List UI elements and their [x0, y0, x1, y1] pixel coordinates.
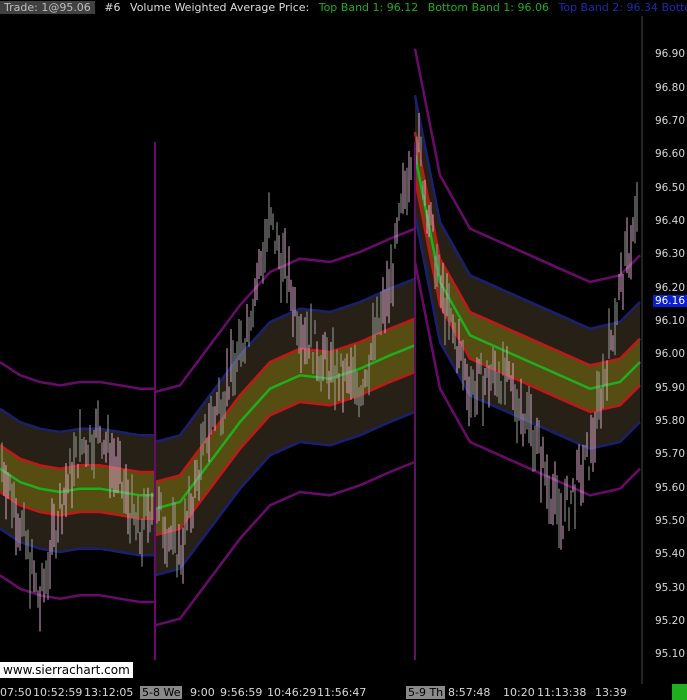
y-tick-label: 95.10 — [654, 648, 685, 661]
y-tick-label: 96.70 — [654, 115, 685, 127]
watermark: www.sierrachart.com — [0, 662, 133, 678]
x-day-label: 5-8 We — [140, 686, 183, 699]
x-tick-label: 11:13:38 — [537, 686, 587, 699]
y-tick-label: 95.20 — [654, 615, 685, 627]
y-tick-label: 96.90 — [654, 48, 685, 61]
x-tick-label: 10:46:29 — [267, 686, 317, 699]
y-tick-label: 95.40 — [654, 548, 685, 561]
y-tick-label: 96.30 — [654, 248, 685, 261]
x-tick-label: 10:52:59 — [33, 686, 83, 699]
x-tick-label: 11:56:47 — [317, 686, 367, 699]
y-tick-label: 95.60 — [654, 481, 685, 494]
current-price-label: 96.16 — [652, 295, 687, 307]
y-tick-label: 95.30 — [654, 581, 685, 594]
study-name: Volume Weighted Average Price: — [130, 1, 310, 14]
x-day-label: 5-9 Th — [406, 686, 446, 699]
trade-indicator[interactable]: Trade: 1@95.06 — [0, 1, 95, 14]
x-tick-label: 9:56:59 — [220, 686, 263, 699]
top-band-value: Top Band 1: 96.12 — [318, 1, 419, 14]
x-tick-label: 10:20 — [503, 686, 535, 699]
x-tick-label: 07:50 — [0, 686, 32, 699]
y-tick-label: 96.20 — [654, 281, 685, 294]
price-chart-plot[interactable] — [0, 0, 687, 700]
y-tick-label: 95.70 — [654, 448, 685, 461]
y-tick-label: 95.50 — [654, 515, 685, 527]
bottom-band-value: Bottom Band 1: 96.06 — [427, 1, 549, 14]
y-tick-label: 96.00 — [654, 348, 685, 361]
x-tick-label: 8:57:48 — [448, 686, 491, 699]
x-tick-label: 9:00 — [190, 686, 215, 699]
top-band-2-value: Top Band 2: 96.34 Bottom — [558, 1, 687, 14]
chart-window: Trade: 1@95.06 #6 Volume Weighted Averag… — [0, 0, 687, 700]
y-tick-label: 95.90 — [654, 381, 685, 394]
status-indicator[interactable] — [672, 684, 687, 700]
study-header: Trade: 1@95.06 #6 Volume Weighted Averag… — [0, 0, 687, 16]
y-tick-label: 96.60 — [654, 148, 685, 161]
study-id: #6 — [104, 1, 121, 14]
y-tick-label: 96.80 — [654, 81, 685, 94]
x-tick-label: 13:12:05 — [84, 686, 134, 699]
y-tick-label: 95.80 — [654, 415, 685, 427]
y-tick-label: 96.50 — [654, 181, 685, 194]
y-tick-label: 96.40 — [654, 215, 685, 227]
x-tick-label: 13:39 — [595, 686, 627, 699]
y-tick-label: 96.10 — [654, 315, 685, 327]
